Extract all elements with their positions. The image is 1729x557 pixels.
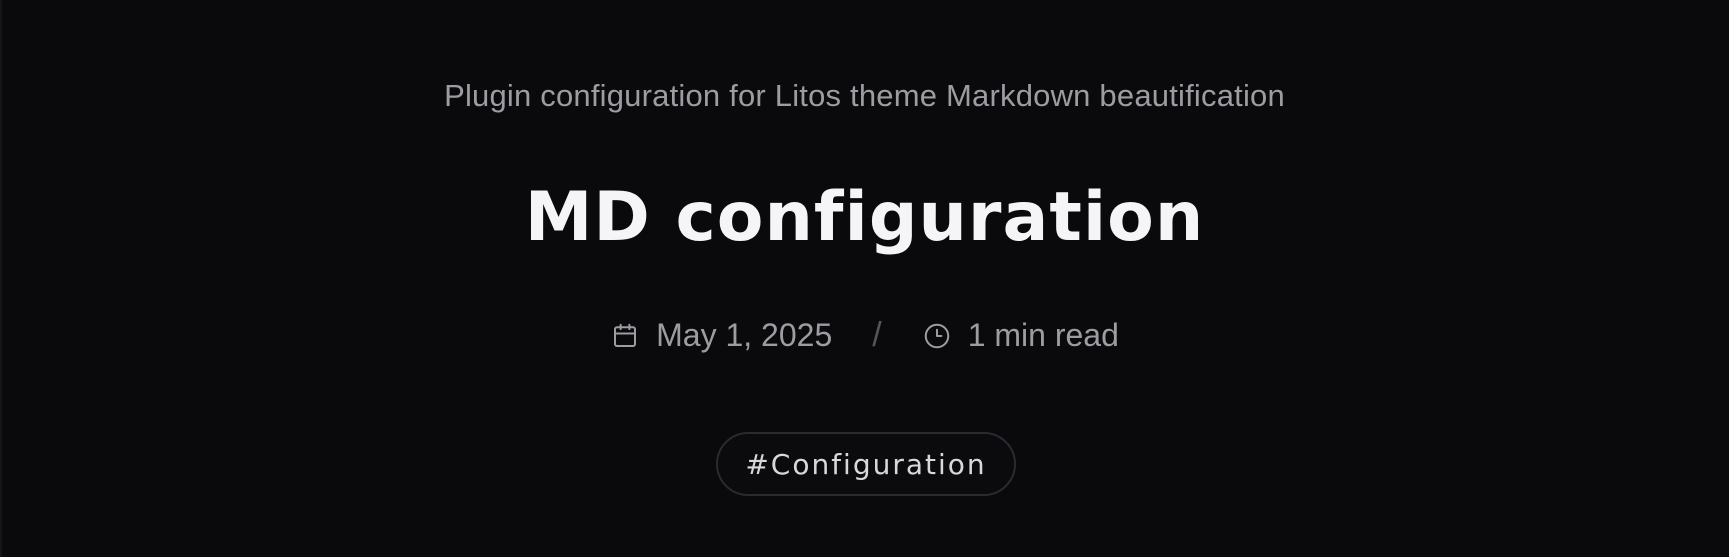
post-meta: May 1, 2025 / 1 min read [0,316,1729,355]
reading-time-text: 1 min read [967,317,1119,353]
post-date-text: May 1, 2025 [656,317,833,353]
meta-separator: / [872,316,882,354]
calendar-icon [610,321,640,351]
post-header: Plugin configuration for Litos theme Mar… [0,0,1729,557]
post-description: Plugin configuration for Litos theme Mar… [444,78,1285,113]
post-title: MD configuration [524,178,1205,257]
tag-configuration[interactable]: #Configuration [716,432,1016,496]
post-date: May 1, 2025 [610,317,832,354]
clock-icon [922,321,952,351]
reading-time: 1 min read [922,317,1119,354]
